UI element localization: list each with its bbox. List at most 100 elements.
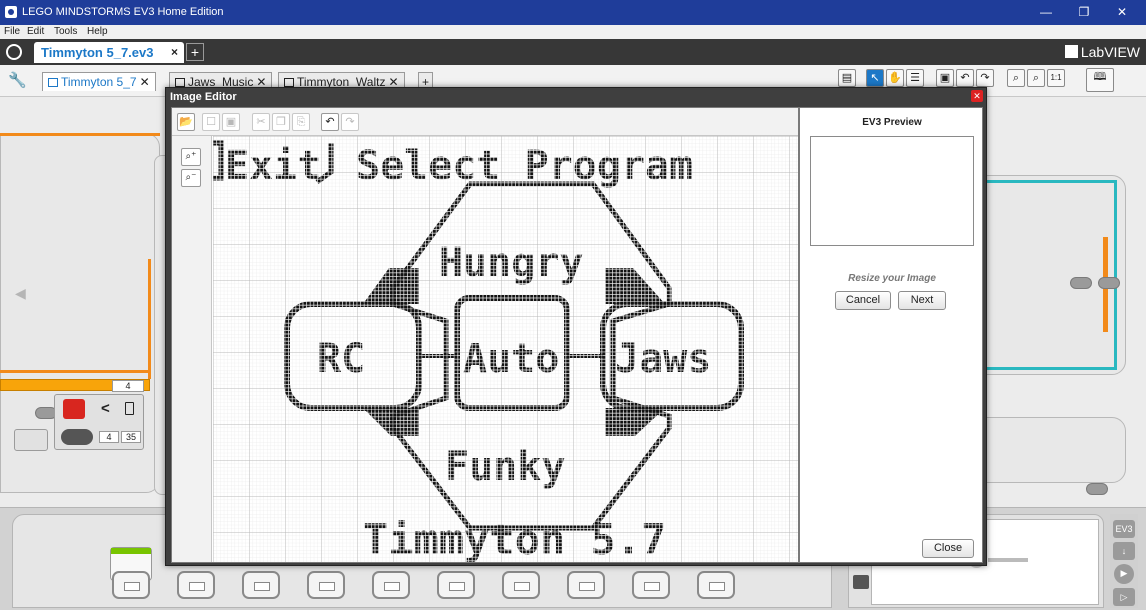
tab-program-timmyton[interactable]: Timmyton 5_7 ✕ — [42, 72, 156, 91]
loop-interrupt-icon — [63, 399, 85, 419]
undo-icon[interactable]: ↶ — [956, 69, 974, 87]
auto-text: Auto — [463, 336, 559, 382]
save-icon[interactable]: ▣ — [936, 69, 954, 87]
palette-block[interactable] — [307, 571, 345, 599]
brick-wire-right — [988, 558, 1028, 562]
palette-block[interactable] — [632, 571, 670, 599]
zoom-in-icon[interactable]: ⌕ — [1027, 69, 1045, 87]
content-editor-icon[interactable]: ▤ — [838, 69, 856, 87]
palette-block[interactable] — [437, 571, 475, 599]
ev3-brick-button[interactable]: EV3 — [1113, 520, 1135, 538]
palette-block[interactable] — [242, 571, 280, 599]
compare-symbol: < — [101, 400, 110, 417]
app-icon — [5, 6, 17, 18]
project-bar: Timmyton 5_7.ev3 × + LabVIEW — [0, 39, 1146, 65]
undo-icon[interactable]: ↶ — [321, 113, 339, 131]
save-image-icon[interactable]: ▣ — [222, 113, 240, 131]
teal-wire-bottom — [986, 367, 1116, 370]
new-image-icon[interactable]: ☐ — [202, 113, 220, 131]
download-icon[interactable]: ↓ — [1113, 542, 1135, 560]
menu-bar: File Edit Tools Help — [0, 25, 1146, 39]
palette-block[interactable] — [177, 571, 215, 599]
next-button[interactable]: Next — [898, 291, 946, 310]
palette-block[interactable] — [112, 571, 150, 599]
palette-block[interactable] — [502, 571, 540, 599]
zoom-out-icon[interactable]: ⌕⁻ — [181, 169, 201, 187]
copy-icon[interactable]: ❐ — [272, 113, 290, 131]
hardware-tab-icon[interactable] — [853, 575, 869, 589]
menu-edit[interactable]: Edit — [27, 26, 44, 37]
heading-text: Select Program — [356, 143, 693, 189]
footer-text: Timmyton 5.7 — [363, 515, 666, 562]
comment-icon[interactable]: ☰ — [906, 69, 924, 87]
palette-block[interactable] — [372, 571, 410, 599]
canvas-block-stub[interactable] — [14, 429, 48, 451]
add-project-button[interactable]: + — [186, 43, 204, 61]
variable-value[interactable]: 4 — [112, 380, 144, 392]
teal-wire-right — [1114, 180, 1117, 370]
menu-file[interactable]: File — [4, 26, 20, 37]
compare-block[interactable]: < 4 35 — [54, 394, 144, 450]
palette-block[interactable] — [567, 571, 605, 599]
right-lower-frame — [986, 417, 1126, 483]
palette-block[interactable] — [697, 571, 735, 599]
port-value[interactable]: 4 — [99, 431, 119, 443]
project-tab-close-icon[interactable]: × — [171, 45, 178, 59]
pixel-canvas[interactable]: Exit Select Program Hungry RC Auto Jaws … — [213, 136, 798, 562]
ev3-preview-screen — [810, 136, 974, 246]
scroll-left-arrow-icon[interactable]: ◀ — [15, 285, 26, 302]
tab-close-icon[interactable]: ✕ — [140, 75, 150, 89]
sequence-connector-icon — [1098, 277, 1120, 289]
start-block-band — [111, 548, 151, 554]
exit-text: Exit — [225, 143, 321, 189]
pixel-art-image[interactable]: Exit Select Program Hungry RC Auto Jaws … — [213, 136, 798, 562]
tab-label: Timmyton 5_7 — [61, 75, 137, 89]
program-icon — [48, 78, 58, 87]
dialog-close-icon[interactable]: ✕ — [971, 90, 983, 102]
labview-brand-text: LabVIEW — [1080, 44, 1140, 60]
rc-text: RC — [317, 336, 365, 382]
sequence-connector-icon — [1086, 483, 1108, 495]
image-editor-workspace: 📂 ☐ ▣ ✂ ❐ ⎘ ↶ ↷ ⌕⁺ ⌕⁻ Exit Select Progra… — [171, 107, 799, 563]
preview-title: EV3 Preview — [862, 117, 922, 128]
cut-icon[interactable]: ✂ — [252, 113, 270, 131]
pan-hand-icon[interactable]: ✋ — [886, 69, 904, 87]
project-tab[interactable]: Timmyton 5_7.ev3 × — [34, 42, 184, 63]
image-editor-toolbar: 📂 ☐ ▣ ✂ ❐ ⎘ ↶ ↷ — [172, 108, 798, 136]
window-title-bar: LEGO MINDSTORMS EV3 Home Edition — ❐ ✕ — [0, 0, 1146, 25]
zoom-out-icon[interactable]: ⌕ — [1007, 69, 1025, 87]
help-book-icon[interactable]: 🕮 — [1086, 68, 1114, 92]
loop-orange-wire — [0, 133, 160, 136]
menu-help[interactable]: Help — [87, 26, 108, 37]
sensor-mode-icon — [61, 429, 93, 445]
project-properties-wrench-icon[interactable]: 🔧 — [8, 71, 27, 89]
threshold-value[interactable]: 35 — [121, 431, 141, 443]
select-pointer-icon[interactable]: ↖ — [866, 69, 884, 87]
image-editor-title: Image Editor — [170, 91, 237, 103]
teal-wire-top — [986, 180, 1116, 183]
redo-icon[interactable]: ↷ — [976, 69, 994, 87]
download-run-icon[interactable]: ▶ — [1114, 564, 1134, 584]
sequence-connector-icon — [1070, 277, 1092, 289]
lobby-home-icon[interactable] — [6, 44, 22, 60]
cancel-button[interactable]: Cancel — [835, 291, 891, 310]
paste-icon[interactable]: ⎘ — [292, 113, 310, 131]
open-folder-icon[interactable]: 📂 — [177, 113, 195, 131]
zoom-in-icon[interactable]: ⌕⁺ — [181, 148, 201, 166]
close-button[interactable]: Close — [922, 539, 974, 558]
device-icon — [125, 402, 134, 415]
funky-text: Funky — [445, 444, 565, 490]
window-title: LEGO MINDSTORMS EV3 Home Edition — [22, 6, 224, 18]
switch-orange-wire — [148, 259, 151, 379]
close-window-button[interactable]: ✕ — [1108, 2, 1136, 22]
zoom-reset-button[interactable]: 1:1 — [1047, 69, 1065, 87]
redo-icon[interactable]: ↷ — [341, 113, 359, 131]
minimize-button[interactable]: — — [1032, 2, 1060, 22]
hardware-buttons: EV3 ↓ ▶ ▷ — [1110, 514, 1138, 608]
menu-tools[interactable]: Tools — [54, 26, 77, 37]
ni-logo-icon — [1064, 45, 1078, 58]
run-selected-icon[interactable]: ▷ — [1113, 588, 1135, 606]
restore-button[interactable]: ❐ — [1070, 2, 1098, 22]
zoom-controls: ⌕⁺ ⌕⁻ — [172, 136, 212, 562]
jaws-text: Jaws — [615, 336, 711, 382]
